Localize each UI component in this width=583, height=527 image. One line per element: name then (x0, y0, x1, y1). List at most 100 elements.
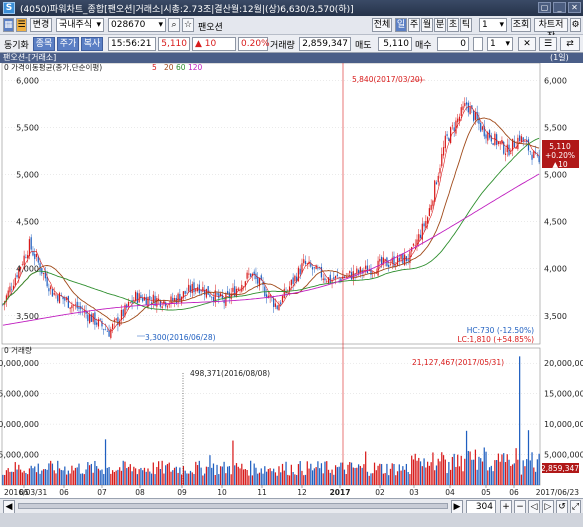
stock-code-input[interactable]: 028670 ▾ (108, 18, 166, 32)
volume-bar (138, 469, 140, 485)
volume-bar (198, 460, 200, 485)
volume-bar (365, 451, 367, 485)
candle-body (241, 284, 243, 292)
close-button[interactable]: ✕ (568, 2, 581, 13)
swap-icon[interactable]: ⇄ (560, 37, 580, 51)
scroll-track[interactable] (18, 503, 448, 509)
scroll-left-icon[interactable]: ◀ (3, 500, 15, 514)
minimize-button[interactable]: _ (553, 2, 566, 13)
volume-bar (529, 460, 531, 485)
candle-body (283, 288, 285, 299)
period-button[interactable]: 주 (408, 18, 420, 32)
search-icon[interactable]: ⌕ (168, 18, 180, 32)
volume-bar (304, 474, 307, 485)
volume-bar (467, 450, 469, 485)
list-icon[interactable]: ☰ (539, 37, 557, 51)
x-tick-label: 05 (481, 488, 491, 497)
volume-bar (357, 464, 360, 485)
volume-bar (179, 467, 181, 485)
grid-icon[interactable]: ▦ (3, 18, 14, 32)
candle-body (39, 263, 41, 271)
tab-copy[interactable]: 복사 (81, 37, 103, 51)
candle-body (281, 295, 284, 303)
spin-input[interactable]: 1 ▾ (487, 37, 513, 51)
fit-icon[interactable]: ⤢ (570, 500, 581, 514)
bid-quantity: 0 (437, 37, 469, 51)
period-button[interactable]: 분 (434, 18, 446, 32)
status-bar (0, 513, 583, 527)
period-button[interactable]: 초 (447, 18, 459, 32)
candle-body (380, 256, 383, 265)
volume-bar (389, 468, 392, 485)
market-select[interactable]: 국내주식 ▾ (56, 18, 104, 32)
ma-legend-period: 120 (188, 63, 203, 72)
stock-chart[interactable]: 6,000 6,000 5,500 5,500 5,000 5,000 4,500 4,500… (0, 63, 583, 508)
menu-icon[interactable]: ☰ (16, 18, 27, 32)
zoom-out-icon[interactable]: − (514, 500, 526, 514)
volume-bar (225, 473, 227, 485)
visible-count[interactable]: 304 (466, 500, 496, 514)
volume-bar (427, 461, 429, 485)
volume-bar (340, 462, 342, 485)
candle-body (531, 154, 533, 160)
volume-bar (488, 467, 491, 485)
next-icon[interactable]: ▷ (542, 500, 554, 514)
volume-bar (25, 472, 27, 485)
volume-bar (53, 470, 55, 485)
prev-icon[interactable]: ◁ (528, 500, 540, 514)
volume-bar (227, 466, 229, 485)
volume-bar (202, 475, 204, 485)
reset-icon[interactable]: ↺ (556, 500, 568, 514)
volume-bar (7, 468, 9, 485)
candle-body (48, 288, 50, 292)
volume-bar (99, 470, 101, 485)
period-button[interactable]: 틱 (460, 18, 472, 32)
candle-body (87, 314, 89, 322)
candle-body (74, 304, 77, 306)
candle-body (227, 291, 229, 294)
zoom-in-icon[interactable]: + (500, 500, 512, 514)
candle-body (299, 268, 301, 275)
favorite-icon[interactable]: ☆ (182, 18, 194, 32)
restore-button[interactable]: ▢ (538, 2, 551, 13)
period-button[interactable]: 전체 (372, 18, 392, 32)
volume-bar (526, 459, 528, 485)
volume-bar (354, 467, 356, 485)
volume-bar (136, 474, 139, 485)
candle-body (407, 259, 409, 261)
volume-bar (534, 471, 537, 485)
tab-price[interactable]: 주가 (57, 37, 79, 51)
candle-body (469, 106, 471, 115)
count-input[interactable]: 1 ▾ (479, 18, 507, 32)
candle-body (430, 204, 432, 210)
title-bar: S (4050)파워차트_종합[팬오션|거래소|시총:2.73조|결산월:12월… (0, 0, 583, 16)
volume-bar (126, 468, 128, 485)
candle-body (506, 144, 508, 153)
price-tag-line: ▲10 (552, 160, 568, 169)
volume-bar (122, 460, 124, 485)
price-tick-left: 4,000 (16, 265, 39, 274)
volume-bar (218, 474, 220, 485)
query-button[interactable]: 조회 (511, 18, 531, 32)
volume-bar (150, 473, 153, 485)
close-small-icon[interactable]: ✕ (518, 37, 536, 51)
scroll-right-icon[interactable]: ▶ (451, 500, 463, 514)
candle-body (444, 135, 446, 149)
period-button[interactable]: 월 (421, 18, 433, 32)
change-view-button[interactable]: 변경 (30, 18, 52, 32)
candle-body (504, 153, 507, 155)
candle-body (96, 322, 98, 325)
tab-stock[interactable]: 종목 (33, 37, 55, 51)
save-chart-button[interactable]: 차트저장 (534, 18, 568, 42)
candle-body (432, 200, 434, 206)
volume-bar (30, 465, 32, 485)
volume-bar (154, 474, 156, 485)
volume-bar (117, 469, 119, 485)
settings-icon[interactable]: ⚙ (570, 18, 581, 32)
volume-label: 거래량 (270, 41, 295, 51)
volume-bar (111, 470, 114, 485)
checkbox[interactable] (473, 37, 483, 51)
volume-bar (267, 469, 269, 485)
period-button[interactable]: 일 (395, 18, 407, 32)
candle-body (388, 264, 390, 268)
